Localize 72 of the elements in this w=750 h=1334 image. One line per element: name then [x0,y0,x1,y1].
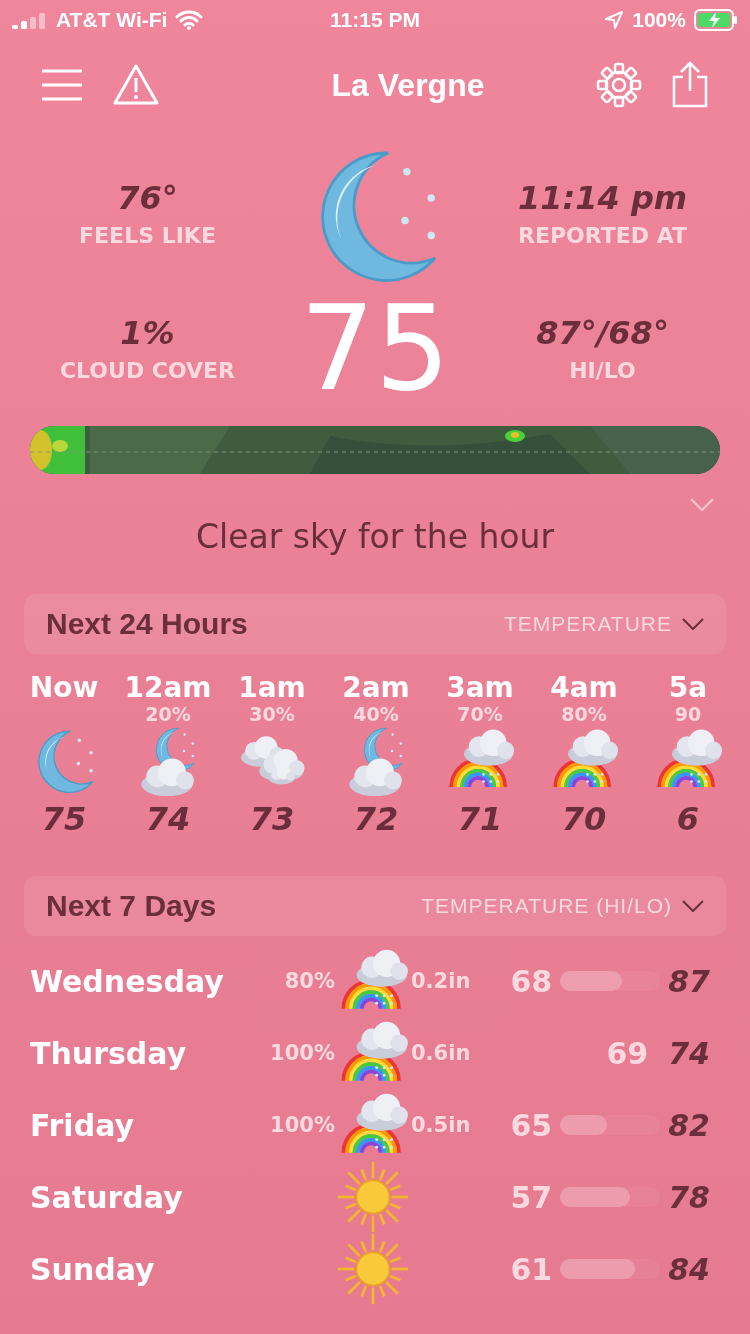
chevron-down-icon [690,498,714,512]
hour-label: 3am [446,672,514,705]
stat-label: REPORTED AT [518,222,687,248]
precip-chance: 90 [674,704,702,725]
location-arrow-icon [604,10,625,30]
battery-percent: 100% [632,8,686,32]
current-temperature: 75 [299,289,451,407]
stat-label: HI/LO [569,357,636,383]
share-button[interactable] [670,61,710,109]
precip-chance: 80% [561,704,607,725]
stat-label: FEELS LIKE [79,222,216,248]
stat-value: 11:14 pm [517,178,688,217]
low-temperature: 65 [510,1107,553,1143]
low-temperature: 69 [606,1035,649,1071]
metric-dropdown[interactable]: TEMPERATURE (HI/LO) [421,894,704,919]
hour-temperature: 6 [676,800,700,839]
day-name: Saturday [30,1179,184,1215]
hour-label: 1am [238,672,306,705]
location-title: La Vergne [330,66,486,104]
precip-chance: 80% [283,969,335,994]
low-temperature: 68 [510,963,553,999]
precip-chance: 20% [145,704,191,725]
signal-icon [12,11,48,29]
clock-text: 11:15 PM [330,8,420,32]
hour-label: 12am [124,672,212,705]
settings-button[interactable] [596,62,642,108]
hour-temperature: 70 [561,800,607,839]
menu-button[interactable] [40,68,84,102]
high-temperature: 82 [668,1107,710,1143]
sun-icon [336,1232,410,1307]
precip-chance: 70% [457,704,503,725]
high-temperature: 87 [668,963,710,999]
stat-value: 1% [120,313,175,352]
hour-temperature: 71 [457,800,503,839]
day-name: Friday [30,1107,135,1143]
precip-amount: 0.5in [411,1113,472,1138]
metric-dropdown[interactable]: TEMPERATURE [503,612,704,637]
precip-chance: 30% [249,704,295,725]
low-temperature: 61 [510,1251,553,1287]
hour-label: 4am [550,672,618,705]
precip-chance: 100% [269,1113,335,1138]
carrier-text: AT&T Wi-Fi [56,8,168,32]
section-title: Next 7 Days [46,889,217,924]
low-temperature: 57 [510,1179,553,1215]
hour-label: Now [29,672,99,705]
warning-button[interactable] [112,63,160,107]
day-name: Wednesday [30,963,225,999]
hour-label: 2am [342,672,410,705]
hour-temperature: 72 [353,800,399,839]
day-name: Sunday [30,1251,156,1287]
sun-icon [336,1160,410,1235]
hour-label: 5a [668,672,708,705]
high-temperature: 74 [668,1035,710,1071]
precip-chance: 100% [269,1041,335,1066]
stat-value: 76° [117,178,178,217]
high-temperature: 78 [668,1179,710,1215]
summary-text: Clear sky for the hour [194,517,555,557]
hour-temperature: 73 [249,800,295,839]
hour-temperature: 74 [145,800,191,839]
day-name: Thursday [30,1035,188,1071]
battery-charging-icon [694,9,738,31]
section-title: Next 24 Hours [46,607,248,642]
high-temperature: 84 [668,1251,710,1287]
stat-label: CLOUD COVER [59,357,236,383]
precip-chance: 40% [353,704,399,725]
chevron-down-icon [682,618,704,631]
wifi-icon [175,10,204,30]
precip-amount: 0.6in [411,1041,472,1066]
stat-value: 87°/68° [536,313,669,352]
precip-amount: 0.2in [411,969,472,994]
hour-temperature: 75 [41,800,87,839]
chevron-down-icon [682,900,704,913]
